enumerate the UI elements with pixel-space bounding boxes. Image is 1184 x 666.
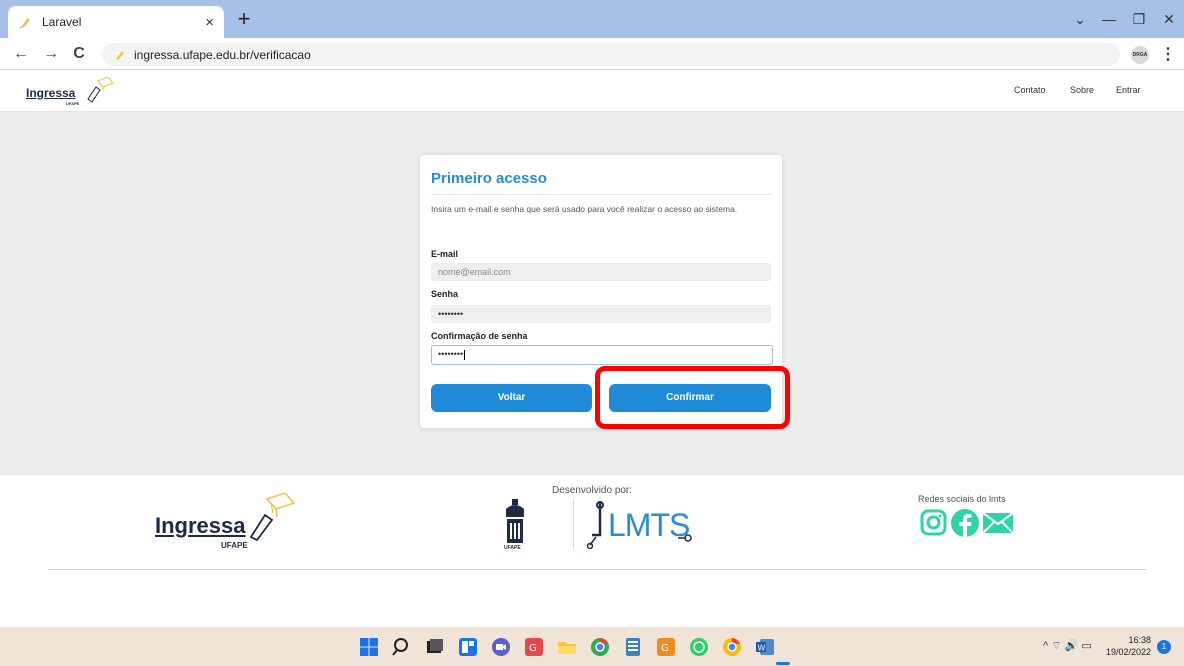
windows-start-icon[interactable] (359, 637, 379, 657)
ufape-seal: UFAPE (502, 499, 528, 551)
svg-text:G: G (529, 643, 537, 654)
system-tray-icons[interactable]: ^ ⌔ 🔊 ▭ (1043, 639, 1092, 653)
browser-toolbar: ← → C ingressa.ufape.edu.br/verificacao … (0, 38, 1184, 70)
close-window-button[interactable]: ✕ (1154, 8, 1184, 30)
facebook-icon[interactable] (950, 508, 980, 538)
notification-badge[interactable]: 1 (1157, 640, 1171, 654)
lmts-logo[interactable]: LMTS (586, 501, 696, 551)
chat-icon[interactable] (491, 637, 511, 657)
word-icon[interactable]: W (755, 637, 775, 657)
task-view-icon[interactable] (425, 637, 445, 657)
tab-search-icon[interactable]: ⌄ (1065, 8, 1095, 30)
ufape-building-icon (506, 499, 524, 543)
tab-close-icon[interactable]: × (205, 14, 214, 31)
password-label: Senha (431, 289, 459, 299)
pdf-editor-icon[interactable]: G (656, 637, 676, 657)
confirm-password-label: Confirmação de senha (431, 331, 528, 341)
site-header: Ingressa UFAPE Contato Sobre Entrar (0, 71, 1184, 112)
card-divider (431, 194, 771, 195)
footer-ingressa-logo[interactable]: Ingressa UFAPE (155, 493, 295, 553)
browser-tab-bar: Laravel × + ⌄ — ❐ ✕ (0, 0, 1184, 38)
restore-button[interactable]: ❐ (1124, 8, 1154, 30)
forward-button[interactable]: → (40, 43, 62, 65)
address-bar[interactable]: ingressa.ufape.edu.br/verificacao (102, 43, 1120, 66)
graduation-pen-icon (249, 493, 295, 541)
nav-link-sobre[interactable]: Sobre (1070, 85, 1094, 95)
browser-menu-icon[interactable]: ⋮ (1160, 46, 1176, 64)
text-cursor (464, 349, 466, 360)
active-app-indicator (776, 662, 790, 665)
lmts-dot-icon (678, 534, 692, 542)
card-title: Primeiro acesso (431, 170, 547, 187)
svg-text:G: G (661, 643, 669, 654)
site-favicon-icon (116, 50, 124, 60)
widgets-icon[interactable] (458, 637, 478, 657)
graduation-pen-icon (87, 77, 114, 103)
pdf-app-icon[interactable]: G (524, 637, 544, 657)
footer-divider (573, 499, 574, 549)
whatsapp-icon[interactable] (689, 637, 709, 657)
footer-line (48, 569, 1146, 570)
card-description: Insira um e-mail e senha que será usado … (431, 204, 738, 214)
minimize-button[interactable]: — (1094, 8, 1124, 30)
email-label: E-mail (431, 249, 459, 259)
back-button[interactable]: ← (10, 43, 32, 65)
email-field[interactable]: nome@email.com (431, 263, 771, 281)
clock-date: 19/02/2022 (1105, 647, 1151, 657)
chrome-icon[interactable] (590, 637, 610, 657)
reload-button[interactable]: C (68, 43, 90, 65)
laravel-favicon-icon (19, 18, 30, 29)
developed-by-label: Desenvolvido por: (552, 485, 633, 496)
browser-tab[interactable]: Laravel × (8, 6, 224, 38)
confirm-password-field[interactable]: •••••••• (431, 345, 773, 365)
password-field[interactable]: •••••••• (431, 305, 771, 323)
social-icons (920, 508, 1016, 538)
windows-taskbar: G G W ^ ⌔ 🔊 ▭ 16:38 19/02/2022 1 (0, 627, 1184, 666)
nav-link-contato[interactable]: Contato (1014, 85, 1046, 95)
main-content: Primeiro acesso Insira um e-mail e senha… (0, 112, 1184, 475)
notepad-icon[interactable] (623, 637, 643, 657)
back-button-voltar[interactable]: Voltar (431, 384, 592, 412)
highlight-box (595, 366, 790, 429)
url-text: ingressa.ufape.edu.br/verificacao (134, 47, 311, 62)
new-tab-button[interactable]: + (232, 8, 256, 32)
tab-title: Laravel (42, 15, 82, 29)
file-explorer-icon[interactable] (557, 637, 577, 657)
svg-text:W: W (758, 644, 766, 653)
site-footer: Ingressa UFAPE Desenvolvido por: UFAPE L… (0, 475, 1184, 627)
instagram-icon[interactable] (920, 509, 947, 536)
chrome-profile-icon[interactable] (722, 637, 742, 657)
clock-time: 16:38 (1128, 635, 1151, 645)
nav-link-entrar[interactable]: Entrar (1116, 85, 1141, 95)
social-networks-label: Redes sociais do lmts (918, 494, 1006, 504)
email-icon[interactable] (983, 513, 1013, 533)
clock[interactable]: 16:38 19/02/2022 (1091, 634, 1151, 658)
search-icon[interactable] (392, 637, 412, 657)
profile-avatar[interactable]: DRGA (1131, 46, 1149, 64)
ingressa-logo[interactable]: Ingressa UFAPE (26, 77, 122, 107)
